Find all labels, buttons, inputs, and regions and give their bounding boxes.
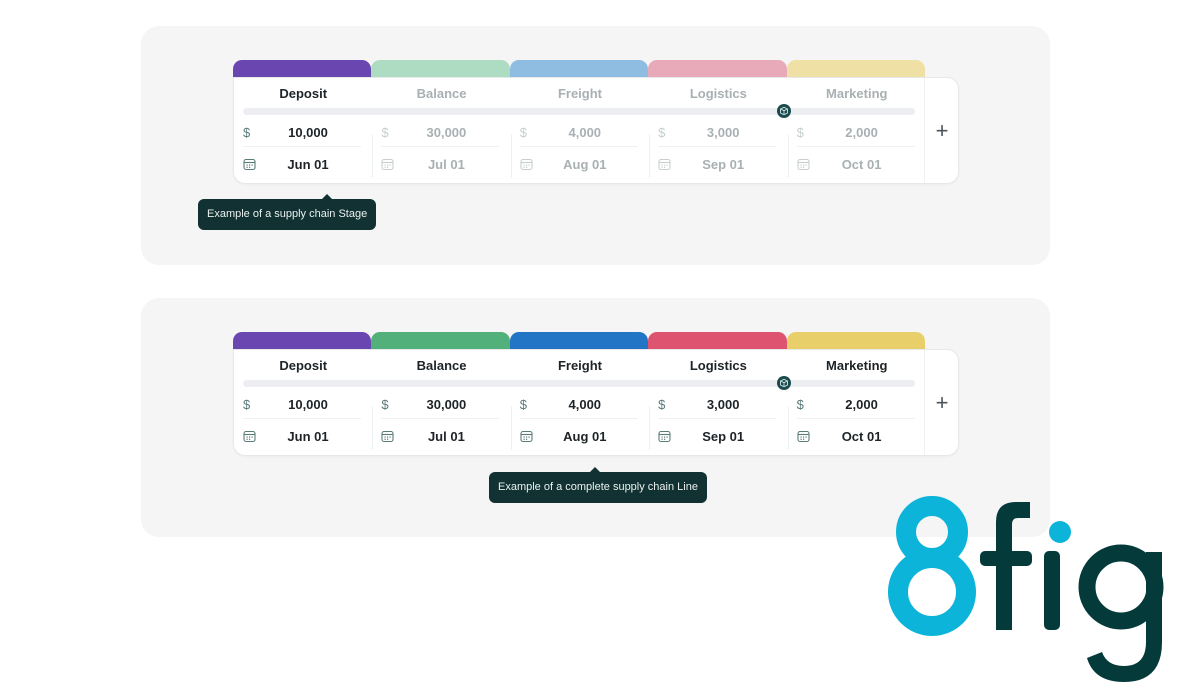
date-field[interactable]: Jul 01: [381, 422, 499, 450]
date-value: Jul 01: [427, 156, 465, 172]
stage-columns: Deposit $10,000 Jun 01 Balance $30,000 Jul 01…: [234, 350, 926, 455]
calendar-icon: [520, 430, 536, 443]
date-field[interactable]: Jul 01: [381, 150, 499, 178]
stage-column-marketing[interactable]: Marketing $2,000 Oct 01: [787, 78, 926, 183]
date-field[interactable]: Aug 01: [520, 150, 638, 178]
date-value: Jul 01: [427, 428, 465, 444]
amount-value: 10,000: [288, 125, 328, 140]
amount-field[interactable]: $2,000: [796, 119, 915, 147]
stage-columns: Deposit $10,000 Jun 01 Balance $30,000 Jul 01…: [234, 78, 926, 183]
logo-letters-fig: [980, 502, 1164, 682]
calendar-icon: [381, 430, 397, 443]
amount-value: 10,000: [288, 397, 328, 412]
amount-field[interactable]: $10,000: [243, 119, 361, 147]
amount-value: 4,000: [568, 397, 602, 412]
date-value: Aug 01: [563, 156, 607, 172]
amount-value: 30,000: [426, 125, 467, 140]
supply-chain-line: Deposit $10,000 Jun 01 Balance $30,000 Jul 01…: [233, 332, 959, 456]
amount-value: 4,000: [568, 125, 602, 140]
amount-field[interactable]: $30,000: [381, 391, 500, 419]
calendar-icon: [658, 430, 674, 443]
calendar-icon: [520, 158, 536, 171]
add-stage-button[interactable]: +: [924, 350, 959, 455]
dollar-icon: $: [243, 397, 251, 412]
date-value: Jun 01: [287, 428, 329, 444]
dollar-icon: $: [658, 125, 666, 140]
date-field[interactable]: Oct 01: [797, 422, 915, 450]
stage-column-deposit[interactable]: Deposit $10,000 Jun 01: [234, 78, 372, 183]
date-value: Sep 01: [702, 156, 745, 172]
stage-column-logistics[interactable]: Logistics $3,000 Sep 01: [649, 78, 787, 183]
amount-field[interactable]: $3,000: [658, 119, 777, 147]
stage-title: Marketing: [826, 86, 888, 101]
tooltip-stage: Example of a supply chain Stage: [198, 194, 377, 230]
calendar-icon: [381, 158, 397, 171]
brand-logo: [888, 496, 1164, 682]
amount-field[interactable]: $10,000: [243, 391, 361, 419]
stage-title: Logistics: [689, 358, 747, 373]
amount-field[interactable]: $4,000: [519, 391, 638, 419]
stage-column-balance[interactable]: Balance $30,000 Jul 01: [372, 78, 510, 183]
date-value: Sep 01: [702, 428, 745, 444]
stage-title: Marketing: [826, 358, 888, 373]
date-field[interactable]: Jun 01: [243, 150, 361, 178]
supply-chain-line: Deposit $10,000 Jun 01 Balance $30,000 Jul 01…: [233, 60, 959, 184]
date-field[interactable]: Jun 01: [243, 422, 361, 450]
date-value: Oct 01: [841, 428, 882, 444]
amount-field[interactable]: $3,000: [658, 391, 777, 419]
dollar-icon: $: [796, 397, 804, 412]
dollar-icon: $: [796, 125, 804, 140]
amount-field[interactable]: $2,000: [796, 391, 915, 419]
date-field[interactable]: Oct 01: [797, 150, 915, 178]
dollar-icon: $: [519, 125, 528, 140]
stage-title: Logistics: [689, 86, 747, 101]
stage-column-freight[interactable]: Freight $4,000 Aug 01: [510, 350, 649, 455]
calendar-icon: [797, 430, 813, 443]
calendar-icon: [243, 158, 259, 171]
dollar-icon: $: [658, 397, 666, 412]
amount-field[interactable]: $4,000: [519, 119, 638, 147]
tooltip-line: Example of a complete supply chain Line: [489, 467, 707, 503]
stage-title: Balance: [416, 86, 467, 101]
date-field[interactable]: Aug 01: [520, 422, 638, 450]
dollar-icon: $: [381, 397, 389, 412]
dollar-icon: $: [381, 125, 389, 140]
calendar-icon: [658, 158, 674, 171]
amount-value: 2,000: [845, 125, 878, 140]
dollar-icon: $: [519, 397, 528, 412]
date-field[interactable]: Sep 01: [658, 422, 776, 450]
stage-example-panel: Deposit $10,000 Jun 01 Balance $30,000 Jul 01…: [141, 26, 1050, 265]
logo-digit-8: [888, 496, 976, 636]
date-field[interactable]: Sep 01: [658, 150, 776, 178]
stage-title: Deposit: [279, 358, 328, 373]
stage-column-marketing[interactable]: Marketing $2,000 Oct 01: [787, 350, 926, 455]
stage-column-logistics[interactable]: Logistics $3,000 Sep 01: [649, 350, 787, 455]
add-stage-button[interactable]: +: [924, 78, 959, 183]
amount-value: 3,000: [706, 397, 740, 412]
date-value: Jun 01: [287, 156, 329, 172]
amount-field[interactable]: $30,000: [381, 119, 500, 147]
calendar-icon: [243, 430, 259, 443]
supply-chain-card: Deposit $10,000 Jun 01 Balance $30,000 Jul 01…: [233, 349, 959, 456]
amount-value: 2,000: [845, 397, 878, 412]
amount-value: 30,000: [426, 397, 467, 412]
stage-column-freight[interactable]: Freight $4,000 Aug 01: [510, 78, 649, 183]
stage-title: Freight: [557, 358, 602, 373]
stage-column-deposit[interactable]: Deposit $10,000 Jun 01: [234, 350, 372, 455]
stage-title: Deposit: [279, 86, 328, 101]
supply-chain-card: Deposit $10,000 Jun 01 Balance $30,000 Jul 01…: [233, 77, 959, 184]
stage-column-balance[interactable]: Balance $30,000 Jul 01: [372, 350, 510, 455]
calendar-icon: [797, 158, 813, 171]
stage-title: Freight: [557, 86, 602, 101]
stage-title: Balance: [416, 358, 467, 373]
dollar-icon: $: [243, 125, 251, 140]
amount-value: 3,000: [706, 125, 740, 140]
date-value: Aug 01: [563, 428, 607, 444]
date-value: Oct 01: [841, 156, 882, 172]
